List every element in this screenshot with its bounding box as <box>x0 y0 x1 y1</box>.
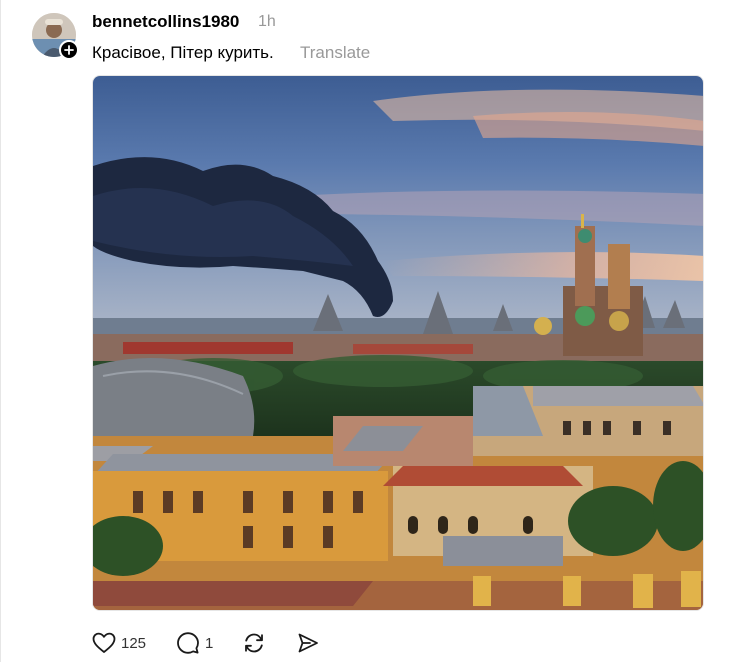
city-photo <box>93 76 703 610</box>
reply-count: 1 <box>205 634 214 652</box>
heart-icon <box>92 632 116 653</box>
post-text: Красівое, Пітер курить. <box>92 43 274 62</box>
share-icon <box>298 633 318 653</box>
follow-button[interactable] <box>59 40 79 60</box>
author-avatar-wrap[interactable] <box>32 13 79 60</box>
repost-button[interactable] <box>242 630 266 656</box>
post-timestamp: 1h <box>258 13 276 30</box>
post-image[interactable] <box>92 75 704 611</box>
plus-icon <box>64 45 74 55</box>
comment-icon <box>177 632 199 654</box>
reply-button[interactable]: 1 <box>176 630 213 656</box>
translate-link[interactable]: Translate <box>300 43 370 63</box>
left-border <box>0 0 1 662</box>
repost-icon <box>245 633 263 653</box>
share-button[interactable] <box>296 630 320 656</box>
like-count: 125 <box>121 634 147 652</box>
author-username[interactable]: bennetcollins1980 <box>92 12 239 32</box>
like-button[interactable]: 125 <box>92 630 146 656</box>
